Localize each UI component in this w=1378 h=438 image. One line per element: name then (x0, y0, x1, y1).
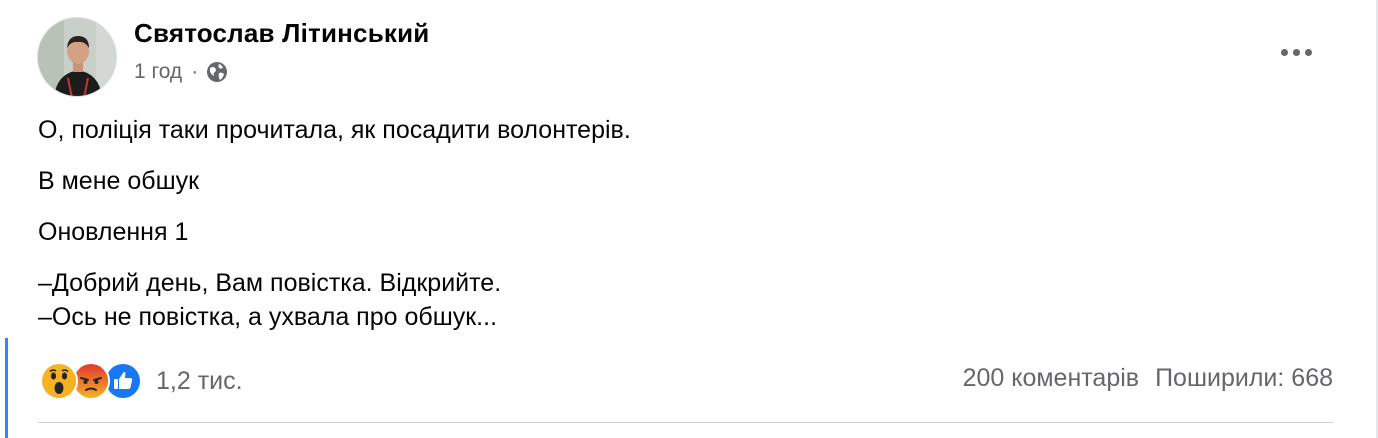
post-paragraph: Оновлення 1 (38, 218, 189, 246)
reactions-summary[interactable]: 1,2 тис. (40, 362, 243, 400)
reaction-count[interactable]: 1,2 тис. (156, 367, 243, 396)
ellipsis-dot (1304, 48, 1312, 56)
ellipsis-dot (1292, 48, 1300, 56)
post-dialog: –Добрий день, Вам повістка. Відкрийте. –… (38, 266, 1328, 334)
dialog-line: –Добрий день, Вам повістка. Відкрийте. (38, 269, 502, 297)
meta-separator: · (191, 60, 199, 83)
post-stats: 200 коментарів Поширили: 668 (963, 364, 1333, 393)
post-card: Святослав Літинський 1 год · О, поліція … (0, 0, 1378, 438)
post-paragraph: О, поліція таки прочитала, як посадити в… (38, 116, 631, 144)
avatar[interactable] (37, 17, 117, 97)
post-time[interactable]: 1 год (134, 60, 182, 84)
more-options-button[interactable] (1276, 36, 1316, 68)
footer-divider (38, 422, 1333, 423)
post-meta: 1 год · (134, 58, 228, 86)
dialog-line: –Ось не повістка, а ухвала про обшук... (38, 303, 498, 331)
comments-count[interactable]: 200 коментарів (963, 364, 1140, 393)
post-paragraph: В мене обшук (38, 167, 200, 195)
shares-count[interactable]: Поширили: 668 (1155, 364, 1333, 393)
author-name[interactable]: Святослав Літинський (134, 18, 429, 49)
wow-reaction-icon (40, 362, 78, 400)
left-accent-bar (5, 338, 8, 438)
ellipsis-dot (1280, 48, 1288, 56)
globe-icon[interactable] (206, 61, 228, 83)
post-text: О, поліція таки прочитала, як посадити в… (38, 113, 1328, 334)
